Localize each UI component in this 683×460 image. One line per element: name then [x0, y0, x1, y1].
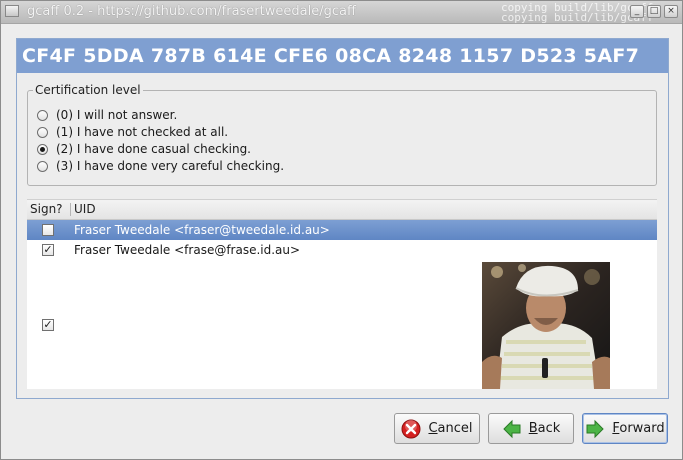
forward-arrow-icon: [586, 419, 605, 438]
column-header-sign[interactable]: Sign?: [30, 202, 63, 216]
uid-text: Fraser Tweedale <fraser@tweedale.id.au>: [74, 223, 330, 237]
gcaff-window: gcaff 0.2 - https://github.com/frasertwe…: [0, 0, 683, 460]
radio-icon[interactable]: [37, 160, 48, 172]
window-app-icon: [5, 5, 19, 17]
cert-option-3[interactable]: (3) I have done very careful checking.: [37, 158, 284, 174]
window-controls: _ □ ×: [630, 5, 678, 18]
cancel-button-label: Cancel: [428, 421, 473, 436]
column-separator: [70, 203, 71, 216]
cert-option-1[interactable]: (1) I have not checked at all.: [37, 124, 228, 140]
radio-checked-icon[interactable]: [37, 143, 48, 155]
cert-option-0[interactable]: (0) I will not answer.: [37, 107, 177, 123]
sign-checkbox-checked[interactable]: ✓: [42, 244, 54, 256]
radio-icon[interactable]: [37, 109, 48, 121]
sign-checkbox-checked[interactable]: ✓: [42, 319, 54, 331]
cancel-icon: [401, 419, 421, 438]
table-row[interactable]: ✓ Fraser Tweedale <frase@frase.id.au>: [27, 240, 657, 260]
cert-option-label: (0) I will not answer.: [56, 108, 178, 122]
cert-option-label: (1) I have not checked at all.: [56, 125, 229, 139]
uid-text: Fraser Tweedale <frase@frase.id.au>: [74, 243, 301, 257]
key-fingerprint: CF4F 5DDA 787B 614E CFE6 08CA 8248 1157 …: [17, 39, 668, 73]
cert-option-label: (2) I have done casual checking.: [56, 142, 251, 156]
sign-checkbox[interactable]: [42, 224, 54, 236]
uid-table-header: Sign? UID: [27, 200, 657, 220]
key-panel: CF4F 5DDA 787B 614E CFE6 08CA 8248 1157 …: [16, 38, 669, 399]
maximize-icon[interactable]: □: [647, 5, 661, 18]
title-bar[interactable]: gcaff 0.2 - https://github.com/frasertwe…: [1, 1, 682, 24]
cert-option-2[interactable]: (2) I have done casual checking.: [37, 141, 251, 157]
back-button[interactable]: Back: [488, 413, 574, 444]
minimize-icon[interactable]: _: [630, 5, 644, 18]
certification-level-group: Certification level (0) I will not answe…: [27, 83, 657, 186]
user-photo: [482, 262, 610, 389]
back-arrow-icon: [502, 419, 521, 438]
column-header-uid[interactable]: UID: [74, 202, 96, 216]
close-icon[interactable]: ×: [664, 5, 678, 18]
window-title: gcaff 0.2 - https://github.com/frasertwe…: [27, 4, 356, 19]
certification-level-legend: Certification level: [33, 83, 143, 97]
cancel-button[interactable]: Cancel: [394, 413, 480, 444]
forward-button[interactable]: Forward: [582, 413, 668, 444]
table-row-photo[interactable]: ✓: [27, 260, 657, 389]
back-button-label: Back: [528, 421, 561, 436]
cert-option-label: (3) I have done very careful checking.: [56, 159, 285, 173]
forward-button-label: Forward: [612, 421, 665, 436]
table-row[interactable]: Fraser Tweedale <fraser@tweedale.id.au>: [27, 220, 657, 240]
uid-table: Sign? UID Fraser Tweedale <fraser@tweeda…: [27, 199, 657, 389]
photo-image: [482, 262, 610, 389]
radio-icon[interactable]: [37, 126, 48, 138]
